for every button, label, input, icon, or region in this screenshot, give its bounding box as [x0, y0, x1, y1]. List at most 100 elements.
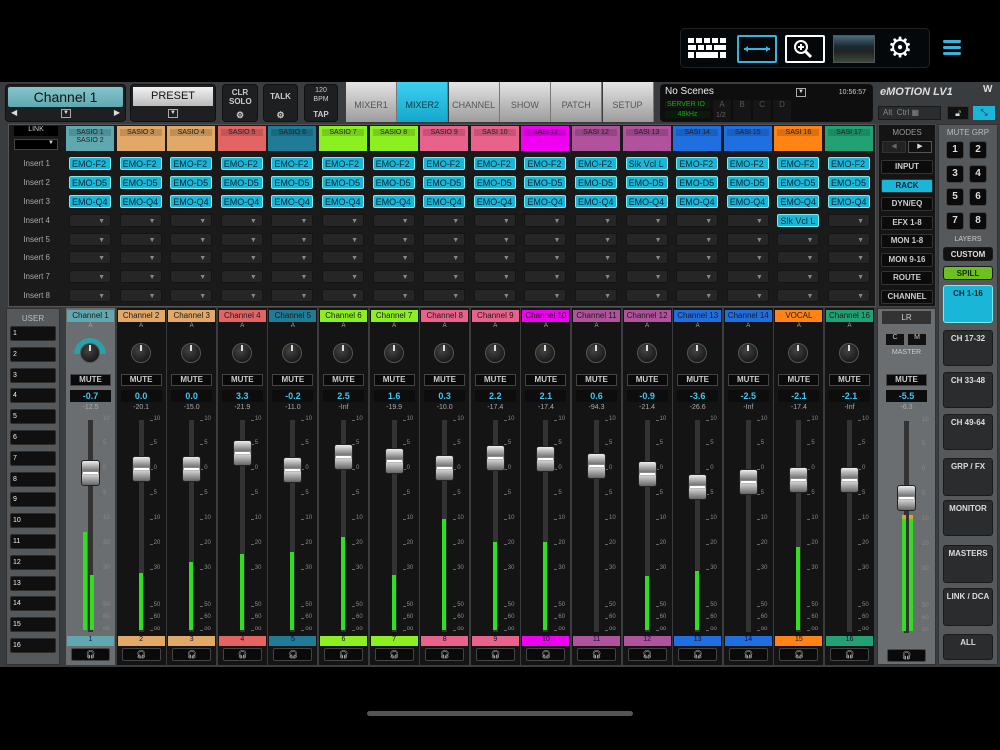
user-key-6[interactable]: 6: [10, 430, 56, 445]
menu-icon[interactable]: [943, 40, 961, 56]
modes-next-icon[interactable]: ▶: [908, 141, 932, 153]
layer-ch-1-16[interactable]: CH 1-16: [943, 285, 993, 323]
insert-slot-empty[interactable]: ▼: [69, 214, 111, 227]
mute-button[interactable]: MUTE: [576, 374, 617, 386]
layer-all[interactable]: ALL: [943, 634, 993, 660]
insert-slot[interactable]: EMO-F2: [271, 157, 314, 170]
channel-name[interactable]: Channel 8: [421, 310, 469, 322]
insert-slot[interactable]: EMO-Q4: [676, 195, 719, 208]
mode-rack[interactable]: RACK: [881, 178, 933, 193]
insert-slot-empty[interactable]: ▼: [524, 251, 567, 264]
insert-slot-empty[interactable]: ▼: [322, 289, 364, 302]
mixer-thumbnail-icon[interactable]: [833, 35, 875, 63]
channel-name[interactable]: Channel 12: [623, 310, 671, 322]
insert-slot[interactable]: EMO-D5: [170, 176, 213, 189]
insert-slot-empty[interactable]: ▼: [271, 214, 314, 227]
pan-knob[interactable]: [231, 343, 252, 363]
mute-group-button-2[interactable]: 2: [969, 141, 987, 159]
mute-group-button-7[interactable]: 7: [946, 211, 964, 230]
insert-slot[interactable]: EMO-Q4: [220, 195, 263, 208]
insert-slot[interactable]: EMO-D5: [828, 176, 870, 189]
insert-slot[interactable]: EMO-D5: [726, 176, 769, 189]
modifier-keys[interactable]: Alt Ctrl ▦: [878, 106, 941, 120]
gain-value[interactable]: 2.2: [474, 390, 516, 402]
insert-slot[interactable]: EMO-D5: [69, 176, 111, 189]
mute-group-button-3[interactable]: 3: [946, 164, 964, 183]
insert-slot-empty[interactable]: ▼: [170, 289, 213, 302]
mute-group-button-5[interactable]: 5: [946, 188, 964, 206]
insert-slot[interactable]: EMO-D5: [473, 176, 516, 189]
insert-slot[interactable]: EMO-D5: [676, 176, 719, 189]
user-key-16[interactable]: 16: [10, 638, 56, 653]
insert-slot[interactable]: EMO-Q4: [625, 195, 668, 208]
fader-cap[interactable]: [587, 453, 606, 479]
collapse-icon[interactable]: ⤡: [973, 106, 995, 120]
insert-slot-empty[interactable]: ▼: [726, 270, 769, 283]
insert-slot-empty[interactable]: ▼: [625, 214, 668, 227]
user-key-10[interactable]: 10: [10, 513, 56, 529]
insert-slot-empty[interactable]: ▼: [726, 233, 769, 246]
insert-slot-empty[interactable]: ▼: [170, 251, 213, 264]
pan-knob[interactable]: [181, 343, 202, 363]
gain-value[interactable]: 0.0: [120, 390, 162, 402]
user-key-9[interactable]: 9: [10, 492, 56, 508]
fader-cap[interactable]: [283, 457, 303, 483]
insert-slot[interactable]: EMO-Q4: [473, 195, 516, 208]
headphone-solo-button[interactable]: 🎧︎: [121, 648, 161, 661]
headphone-solo-button[interactable]: 🎧︎: [728, 648, 768, 661]
mute-button[interactable]: MUTE: [829, 374, 870, 386]
insert-slot-empty[interactable]: ▼: [220, 289, 263, 302]
tap-tempo-button[interactable]: 120 BPM TAP: [304, 84, 338, 122]
mute-group-button-6[interactable]: 6: [969, 188, 987, 206]
pan-knob[interactable]: [484, 343, 505, 363]
gain-value[interactable]: -3.6: [677, 390, 719, 402]
insert-slot-empty[interactable]: ▼: [69, 251, 111, 264]
insert-slot-empty[interactable]: ▼: [575, 251, 617, 264]
insert-slot-empty[interactable]: ▼: [423, 233, 466, 246]
pan-knob[interactable]: [80, 343, 100, 363]
insert-slot-empty[interactable]: ▼: [119, 233, 162, 246]
insert-slot-empty[interactable]: ▼: [473, 289, 516, 302]
keyboard-icon[interactable]: [687, 35, 727, 63]
channel-name[interactable]: Channel 6: [320, 310, 367, 322]
insert-slot[interactable]: EMO-Q4: [170, 195, 213, 208]
insert-slot[interactable]: EMO-F2: [423, 157, 466, 170]
lock-icon[interactable]: 🔓︎: [947, 106, 969, 120]
link-dropdown[interactable]: ▼: [14, 139, 58, 150]
preset-dropdown-icon[interactable]: ▼: [168, 109, 178, 118]
channel-source-header[interactable]: SASI 11: [521, 126, 570, 151]
layer-grp-fx[interactable]: GRP / FX: [943, 458, 993, 496]
tab-mixer1[interactable]: MIXER1: [346, 82, 397, 122]
master-headphone-button[interactable]: 🎧︎: [887, 649, 926, 662]
insert-slot[interactable]: EMO-D5: [119, 176, 162, 189]
insert-slot-empty[interactable]: ▼: [220, 251, 263, 264]
insert-slot[interactable]: EMO-F2: [575, 157, 617, 170]
mute-button[interactable]: MUTE: [171, 374, 213, 386]
channel-source-header[interactable]: SASI 14: [673, 126, 722, 151]
insert-slot[interactable]: EMO-Q4: [777, 195, 820, 208]
channel-name[interactable]: Channel 13: [674, 310, 722, 322]
mute-button[interactable]: MUTE: [373, 374, 415, 386]
pan-knob[interactable]: [687, 343, 708, 363]
insert-slot-empty[interactable]: ▼: [726, 214, 769, 227]
insert-slot[interactable]: EMO-D5: [220, 176, 263, 189]
home-indicator[interactable]: [367, 711, 633, 716]
mute-button[interactable]: MUTE: [778, 374, 820, 386]
insert-slot[interactable]: EMO-F2: [372, 157, 415, 170]
headphone-solo-button[interactable]: 🎧︎: [425, 648, 465, 661]
mute-button[interactable]: MUTE: [525, 374, 567, 386]
fader-cap[interactable]: [232, 439, 252, 466]
channel-name[interactable]: Channel 10: [522, 310, 570, 322]
insert-slot-empty[interactable]: ▼: [170, 214, 213, 227]
insert-slot-empty[interactable]: ▼: [473, 251, 516, 264]
channel-source-header[interactable]: SASIO 8: [369, 126, 418, 151]
channel-source-header[interactable]: SASIO 4: [167, 126, 216, 151]
insert-slot[interactable]: EMO-F2: [220, 157, 263, 170]
insert-slot-empty[interactable]: ▼: [575, 214, 617, 227]
tab-show[interactable]: SHOW: [499, 82, 551, 122]
headphone-solo-button[interactable]: 🎧︎: [172, 648, 212, 661]
insert-slot-empty[interactable]: ▼: [271, 270, 314, 283]
fader-cap[interactable]: [840, 466, 859, 493]
user-key-14[interactable]: 14: [10, 596, 56, 612]
mute-button[interactable]: MUTE: [70, 374, 111, 386]
